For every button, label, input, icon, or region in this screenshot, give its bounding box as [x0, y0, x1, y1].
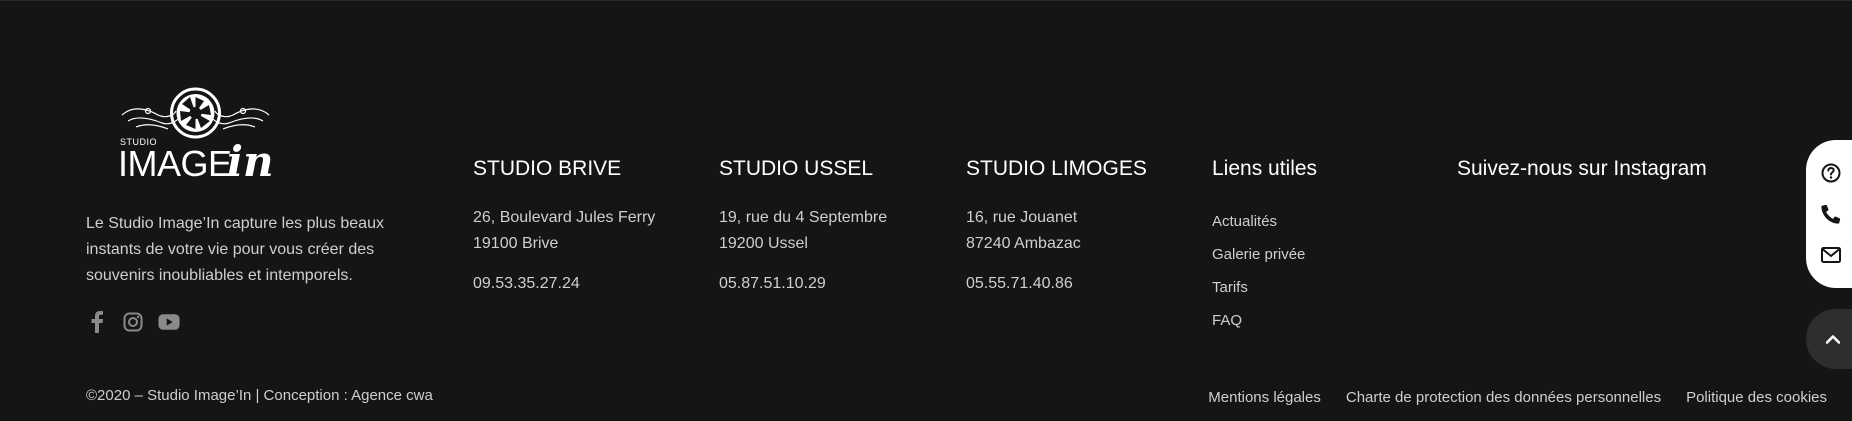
camera-aperture-logo-icon: [121, 87, 270, 139]
studio-limoges-address-line2: 87240 Ambazac: [966, 235, 1081, 252]
link-politique-cookies[interactable]: Politique des cookies: [1686, 389, 1827, 406]
studio-ussel-address-line1: 19, rue du 4 Septembre: [719, 209, 888, 226]
studio-limoges-address: 16, rue Jouanet 87240 Ambazac: [966, 205, 1196, 257]
useful-links-list: Actualités Galerie privée Tarifs FAQ: [1212, 205, 1442, 337]
youtube-icon[interactable]: [158, 311, 180, 333]
studio-brive-address: 26, Boulevard Jules Ferry 19100 Brive: [473, 205, 703, 257]
facebook-icon[interactable]: [86, 311, 108, 333]
about-text: Le Studio Image’In capture les plus beau…: [86, 215, 384, 284]
studio-limoges-title: STUDIO LIMOGES: [966, 157, 1147, 180]
chevron-up-icon: [1826, 335, 1840, 344]
legal-links: Mentions légales Charte de protection de…: [1208, 389, 1827, 406]
studio-brive-phone[interactable]: 09.53.35.27.24: [473, 271, 703, 297]
instagram-icon[interactable]: [122, 311, 144, 333]
link-mentions-legales[interactable]: Mentions légales: [1208, 389, 1321, 406]
studio-brive-address-line1: 26, Boulevard Jules Ferry: [473, 209, 656, 226]
studio-limoges-address-line1: 16, rue Jouanet: [966, 209, 1078, 226]
studio-ussel-title: STUDIO USSEL: [719, 157, 874, 180]
contact-widget: [1806, 140, 1852, 288]
link-tarifs[interactable]: Tarifs: [1212, 271, 1442, 304]
studio-ussel-phone[interactable]: 05.87.51.10.29: [719, 271, 949, 297]
link-faq[interactable]: FAQ: [1212, 304, 1442, 337]
studio-limoges-column: STUDIO LIMOGES 16, rue Jouanet 87240 Amb…: [966, 155, 1196, 297]
link-galerie-privee[interactable]: Galerie privée: [1212, 238, 1442, 271]
copyright-text: ©2020 – Studio Image’In | Conception : A…: [86, 387, 433, 404]
phone-icon[interactable]: [1820, 203, 1842, 225]
question-icon[interactable]: [1820, 162, 1842, 184]
useful-links-column: Liens utiles Actualités Galerie privée T…: [1212, 155, 1442, 337]
useful-links-title: Liens utiles: [1212, 157, 1318, 180]
studio-ussel-address-line2: 19200 Ussel: [719, 235, 808, 252]
studio-brive-title: STUDIO BRIVE: [473, 157, 622, 180]
studio-ussel-column: STUDIO USSEL 19, rue du 4 Septembre 1920…: [719, 155, 949, 297]
instagram-title: Suivez-nous sur Instagram: [1457, 157, 1707, 180]
scroll-to-top-button[interactable]: [1806, 309, 1852, 369]
studio-ussel-address: 19, rue du 4 Septembre 19200 Ussel: [719, 205, 949, 257]
social-links: [86, 311, 180, 333]
mail-icon[interactable]: [1820, 244, 1842, 266]
logo-in-text: in: [227, 137, 274, 186]
logo-image-text: IMAGE: [118, 143, 232, 184]
studio-brive-column: STUDIO BRIVE 26, Boulevard Jules Ferry 1…: [473, 155, 703, 297]
link-actualites[interactable]: Actualités: [1212, 205, 1442, 238]
link-charte-donnees[interactable]: Charte de protection des données personn…: [1346, 389, 1661, 406]
studio-limoges-phone[interactable]: 05.55.71.40.86: [966, 271, 1196, 297]
studio-imagein-logo[interactable]: STUDIO IMAGE in: [118, 85, 274, 186]
studio-brive-address-line2: 19100 Brive: [473, 235, 559, 252]
site-footer: STUDIO IMAGE in Le Studio Image’In captu…: [0, 0, 1852, 421]
